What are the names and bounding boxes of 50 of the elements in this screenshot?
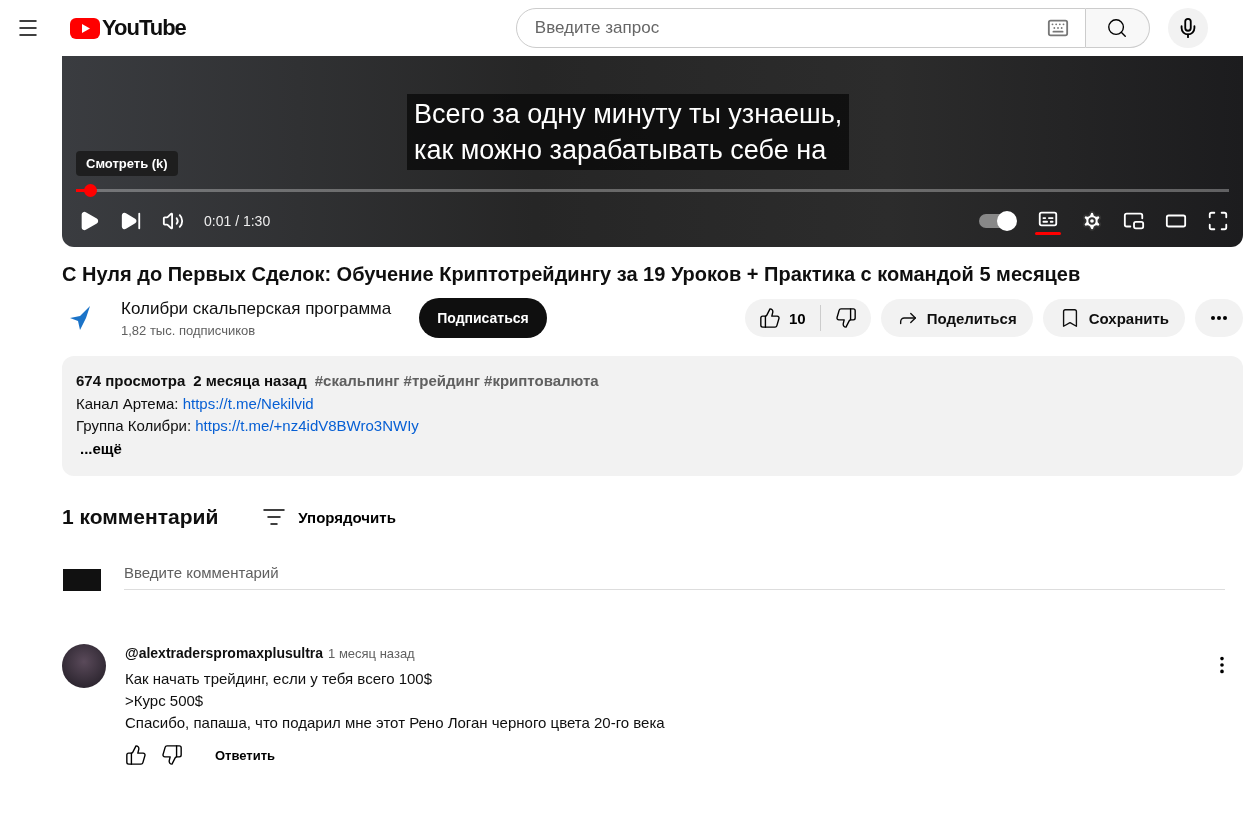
channel-name[interactable]: Колибри скальперская программа [121,298,392,319]
settings-icon[interactable] [1081,210,1103,232]
upload-date: 2 месяца назад [193,372,307,389]
description-label: Канал Артема: [76,394,180,412]
subscribe-button[interactable]: Подписаться [419,298,547,338]
fullscreen-icon[interactable] [1207,210,1229,232]
tooltip: Смотреть (k) [76,151,178,176]
comment-text: >Курс 500$ [125,691,205,711]
next-icon[interactable] [120,210,142,232]
hashtag-link[interactable]: #трейдинг [403,372,481,389]
keyboard-icon[interactable] [1046,17,1069,39]
youtube-logo[interactable]: YouTube [70,15,186,41]
more-button[interactable] [1195,299,1243,337]
description-link[interactable]: https://t.me/Nekilvid [182,394,314,412]
thumbs-down-icon [834,307,857,329]
volume-icon[interactable] [162,210,184,232]
miniplayer-icon[interactable] [1123,210,1145,232]
more-icon [1211,316,1227,320]
description-label: Группа Колибри: [76,417,193,434]
search-icon [1106,17,1129,39]
share-button[interactable]: Поделиться [880,299,1033,337]
subtitle-line: Всего за одну минуту ты узнаешь, [414,98,843,131]
playhead-handle[interactable] [83,184,97,197]
thumbs-up-icon [758,307,781,329]
comment-author[interactable]: @alextraderspromaxplusultra [125,645,324,661]
like-button[interactable]: 10 [744,299,820,337]
description-link[interactable]: https://t.me/+nz4idV8BWro3NWIy [195,417,419,434]
comment-time: 1 месяц назад [328,646,415,661]
autoplay-toggle[interactable] [979,214,1015,228]
mic-button[interactable] [1167,8,1208,48]
reply-button[interactable]: Ответить [209,746,282,764]
subtitle-line: как можно зарабатывать себе на [414,134,828,167]
description-panel[interactable]: 674 просмотра 2 месяца назад #скальпинг #трейдинг #криптовалюта Канал Артема: https://t.me/Nekilvid Группа Колибри: https://t.me/+nz4idV8BWro3NWIy ...ещё [62,356,1243,476]
comment-text: Спасибо, папаша, что подарил мне этот Рено Логан черного цвета 20-го века [125,713,666,733]
hashtag-link[interactable]: #скальпинг [314,372,400,389]
sort-button[interactable]: Упорядочить [256,504,402,530]
time-text: 0:01 / 1:30 [204,213,271,229]
hashtag-link[interactable]: #криптовалюта [484,372,599,389]
show-more-button[interactable]: ...ещё [76,439,126,457]
comment-count: 1 комментарий [62,505,219,529]
subscriber-count: 1,82 тыс. подписчиков [121,322,257,338]
play-logo-icon [70,17,100,39]
search-button[interactable] [1085,8,1150,48]
commenter-avatar[interactable] [62,644,106,688]
video-title: С Нуля до Первых Сделок: Обучение Криптотрейдингу за 19 Уроков + Практика с командой 5 месяцев [62,263,1082,286]
thumbs-up-icon[interactable] [125,744,147,766]
view-count: 674 просмотра [76,372,186,389]
save-button[interactable]: Сохранить [1042,299,1185,337]
thumbs-down-icon[interactable] [161,744,183,766]
comment-text: Как начать трейдинг, если у тебя всего 100$ [125,669,433,689]
